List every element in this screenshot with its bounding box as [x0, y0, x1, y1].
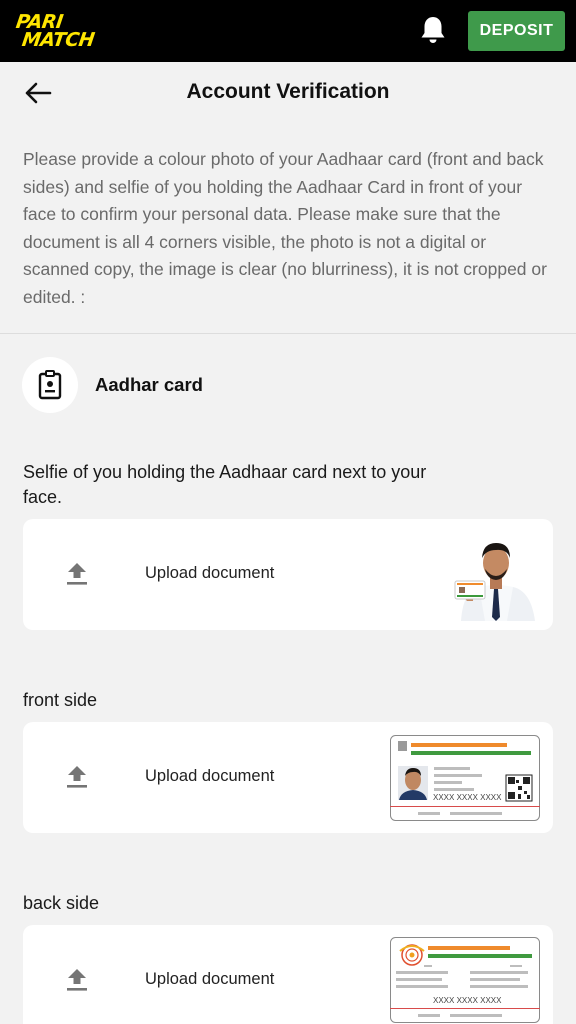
- aadhaar-front-example-image: XXXX XXXX XXXX: [390, 735, 540, 821]
- back-side-section-label: back side: [23, 893, 100, 913]
- id-card-icon: [22, 357, 78, 413]
- bell-icon[interactable]: [418, 14, 448, 46]
- page-header: Account Verification: [0, 62, 576, 122]
- front-side-section-label: front side: [23, 690, 98, 710]
- upload-label: Upload document: [145, 564, 275, 582]
- logo-line-2: MATCH: [20, 29, 96, 51]
- back-side-upload-panel[interactable]: Upload document XXXX XXXX XXXX: [23, 925, 553, 1024]
- upload-label: Upload document: [145, 970, 275, 988]
- divider: [0, 333, 576, 334]
- upload-icon: [67, 766, 87, 788]
- instructions-text: Please provide a colour photo of your Aa…: [23, 149, 547, 307]
- selfie-upload-panel[interactable]: Upload document: [23, 519, 553, 630]
- selfie-example-image: [454, 543, 535, 621]
- upload-label: Upload document: [145, 767, 275, 785]
- upload-icon: [67, 563, 87, 585]
- aadhaar-number-sample: XXXX XXXX XXXX: [433, 996, 502, 1005]
- aadhaar-number-sample: XXXX XXXX XXXX: [433, 793, 502, 802]
- deposit-button[interactable]: DEPOSIT: [468, 11, 565, 51]
- parimatch-logo[interactable]: PARI MATCH: [12, 11, 124, 51]
- document-type-label: Aadhar card: [95, 374, 203, 395]
- upload-icon: [67, 969, 87, 991]
- page-title: Account Verification: [186, 80, 390, 103]
- aadhaar-back-example-image: XXXX XXXX XXXX: [390, 937, 540, 1023]
- front-side-upload-panel[interactable]: Upload document XXXX XXXX XXXX: [23, 722, 553, 833]
- top-bar: PARI MATCH DEPOSIT: [0, 0, 576, 62]
- selfie-section-label: Selfie of you holding the Aadhaar card n…: [23, 462, 427, 507]
- document-type: Aadhar card: [22, 357, 422, 413]
